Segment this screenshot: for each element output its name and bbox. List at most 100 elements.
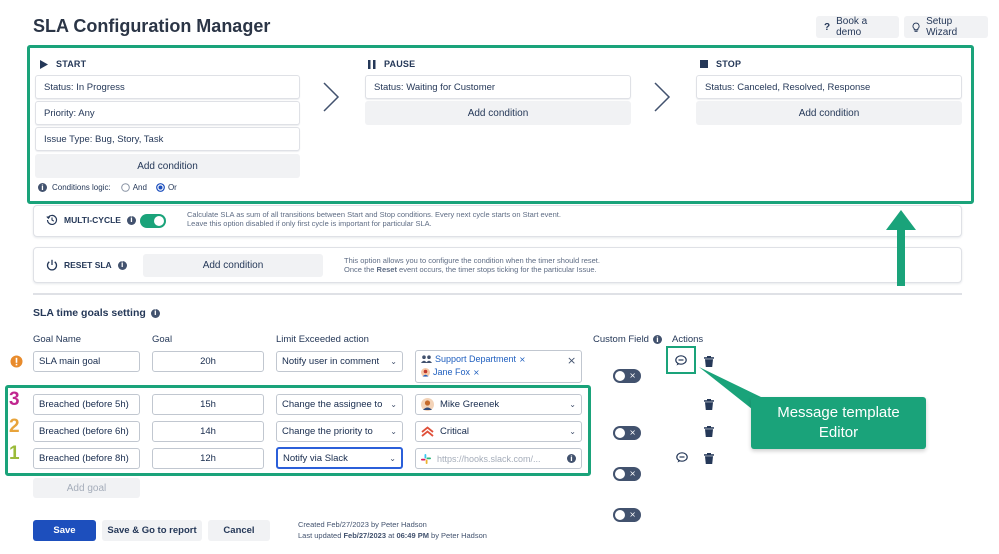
- row-number-badge: 1: [9, 443, 20, 465]
- column-custom-field-label: Custom Field: [593, 334, 649, 345]
- goal-target-select[interactable]: Mike Greenek ⌄: [415, 394, 582, 415]
- info-icon: i: [652, 335, 662, 344]
- start-condition-priority[interactable]: Priority: Any: [35, 101, 300, 125]
- trash-icon[interactable]: [704, 453, 714, 464]
- slack-webhook-placeholder: https://hooks.slack.com/...: [437, 453, 541, 464]
- goal-action-select[interactable]: Change the assignee to ⌄: [276, 394, 403, 415]
- row-number-badge: 3: [9, 389, 20, 411]
- save-button[interactable]: Save: [33, 520, 96, 541]
- user-avatar-icon: [421, 398, 434, 411]
- trash-icon[interactable]: [704, 426, 714, 437]
- user-avatar-icon: [421, 367, 430, 377]
- start-condition-issue-type[interactable]: Issue Type: Bug, Story, Task: [35, 127, 300, 151]
- recipient-tag-label: Support Department: [435, 354, 517, 364]
- reset-desc-line2: Once the Reset event occurs, the timer s…: [344, 265, 764, 274]
- row-number: 1: [9, 443, 20, 464]
- play-icon: [40, 59, 48, 69]
- multicycle-label: MULTI-CYCLE: [64, 215, 121, 225]
- stop-add-condition-button[interactable]: Add condition: [696, 101, 962, 125]
- pause-add-condition-button[interactable]: Add condition: [365, 101, 631, 125]
- chevron-down-icon: ⌄: [569, 427, 576, 436]
- radio-unchecked-icon: [120, 183, 130, 192]
- goal-action-select[interactable]: Notify via Slack ⌄: [276, 447, 403, 469]
- logic-and-label: And: [132, 183, 147, 192]
- history-icon: [46, 214, 58, 226]
- add-goal-button[interactable]: Add goal: [33, 478, 140, 498]
- goal-time-input[interactable]: 14h: [152, 421, 264, 442]
- setup-wizard-button[interactable]: Setup Wizard: [904, 16, 988, 38]
- multicycle-toggle[interactable]: [140, 214, 166, 228]
- row-number: 3: [9, 389, 20, 410]
- stop-label: STOP: [716, 59, 742, 69]
- message-template-editor-button[interactable]: [666, 346, 696, 374]
- goal-name-input[interactable]: Breached (before 8h): [33, 448, 140, 469]
- custom-field-toggle[interactable]: ×: [613, 508, 641, 522]
- message-template-callout: Message template Editor: [751, 397, 926, 449]
- comment-icon[interactable]: [676, 452, 688, 463]
- multicycle-desc-line1: Calculate SLA as sum of all transitions …: [187, 210, 561, 219]
- warning-icon: [10, 355, 23, 368]
- callout-line1: Message template: [777, 404, 900, 421]
- cancel-button[interactable]: Cancel: [208, 520, 270, 541]
- reset-add-condition-button[interactable]: Add condition: [143, 254, 323, 277]
- reset-desc-bold: Reset: [376, 265, 397, 274]
- clear-recipients-icon[interactable]: ×: [567, 354, 576, 367]
- multicycle-description: Calculate SLA as sum of all transitions …: [187, 210, 747, 228]
- multicycle-header: MULTI-CYCLE i: [46, 214, 136, 226]
- custom-field-toggle[interactable]: ×: [613, 426, 641, 440]
- main-goal-recipients-field[interactable]: Support Department × Jane Fox ×: [415, 350, 582, 383]
- goal-name-input[interactable]: Breached (before 6h): [33, 421, 140, 442]
- goal-target-value: Mike Greenek: [440, 399, 500, 410]
- pause-condition-status[interactable]: Status: Waiting for Customer: [365, 75, 631, 99]
- goal-action-select[interactable]: Change the priority to ⌄: [276, 421, 403, 442]
- slack-webhook-wrap: https://hooks.slack.com/...: [421, 453, 541, 464]
- main-goal-name-input[interactable]: SLA main goal: [33, 351, 140, 372]
- reset-sla-header: RESET SLA i: [46, 259, 127, 271]
- goal-target-select[interactable]: Critical ⌄: [415, 421, 582, 442]
- priority-highest-icon: [421, 426, 434, 437]
- pause-icon: [368, 59, 376, 69]
- custom-field-toggle[interactable]: ×: [613, 467, 641, 481]
- info-icon: i: [126, 215, 136, 225]
- recipient-tag: Jane Fox ×: [421, 367, 480, 377]
- goals-section-title: SLA time goals setting i: [33, 307, 160, 319]
- stop-condition-status[interactable]: Status: Canceled, Resolved, Response: [696, 75, 962, 99]
- page-title: SLA Configuration Manager: [33, 16, 271, 36]
- reset-description: This option allows you to configure the …: [344, 256, 764, 274]
- remove-tag-icon[interactable]: ×: [519, 355, 526, 364]
- updated-post: by Peter Hadson: [428, 531, 487, 540]
- chevron-down-icon: ⌄: [389, 453, 396, 463]
- logic-or-radio[interactable]: Or: [156, 183, 177, 192]
- goal-target-value: Critical: [440, 426, 470, 437]
- goal-target-value-wrap: Mike Greenek: [421, 398, 499, 411]
- start-condition-status[interactable]: Status: In Progress: [35, 75, 300, 99]
- updated-info: Last updated Feb/27/2023 at 06:49 PM by …: [298, 530, 487, 541]
- row-number: 2: [9, 416, 20, 437]
- goal-action-value: Change the assignee to: [282, 399, 383, 410]
- remove-tag-icon[interactable]: ×: [473, 368, 480, 377]
- updated-date: Feb/27/2023: [343, 531, 386, 540]
- logic-and-radio[interactable]: And: [120, 183, 147, 192]
- column-limit-action: Limit Exceeded action: [276, 334, 369, 345]
- setup-wizard-label: Setup Wizard: [926, 16, 958, 38]
- arrow-up-icon: [886, 210, 916, 286]
- goal-time-input[interactable]: 15h: [152, 394, 264, 415]
- slack-webhook-input[interactable]: https://hooks.slack.com/... i: [415, 448, 582, 469]
- book-demo-label: Book a demo: [836, 16, 868, 38]
- save-go-report-button[interactable]: Save & Go to report: [102, 520, 202, 541]
- main-goal-action-select[interactable]: Notify user in comment ⌄: [276, 351, 403, 372]
- main-goal-custom-field-toggle[interactable]: ×: [613, 369, 641, 383]
- goal-target-value-wrap: Critical: [421, 426, 469, 437]
- row-number-badge: 2: [9, 416, 20, 438]
- multicycle-desc-line2: Leave this option disabled if only first…: [187, 219, 432, 228]
- goal-time-input[interactable]: 12h: [152, 448, 264, 469]
- book-demo-button[interactable]: ? Book a demo: [816, 16, 899, 38]
- main-goal-time-input[interactable]: 20h: [152, 351, 264, 372]
- pause-header: PAUSE: [368, 59, 415, 69]
- conditions-logic: i Conditions logic: And Or: [38, 183, 177, 192]
- goal-name-input[interactable]: Breached (before 5h): [33, 394, 140, 415]
- start-header: START: [40, 59, 86, 69]
- start-add-condition-button[interactable]: Add condition: [35, 154, 300, 178]
- reset-desc-pre: Once the: [344, 265, 377, 274]
- lightbulb-icon: [912, 22, 920, 32]
